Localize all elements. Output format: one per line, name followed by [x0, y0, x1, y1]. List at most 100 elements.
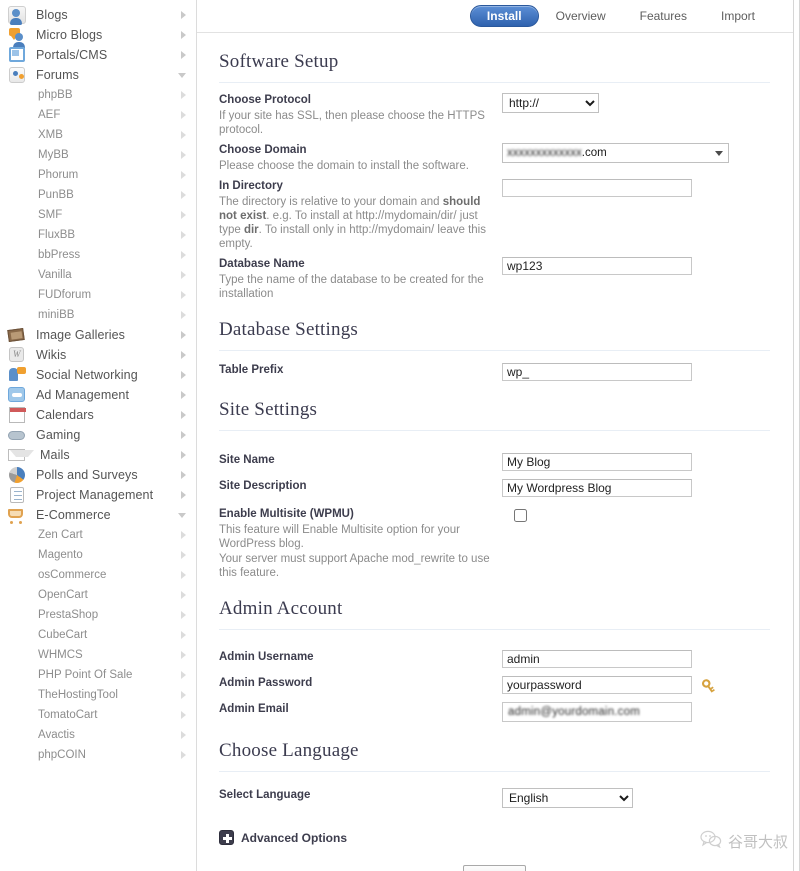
- select-language-select[interactable]: EnglishArabicChineseFrenchGermanSpanish: [502, 788, 633, 808]
- sidebar-item-label: TomatoCart: [38, 709, 98, 721]
- sidebar-group-blogs[interactable]: Blogs: [0, 5, 196, 25]
- sidebar-item-zen-cart[interactable]: Zen Cart: [0, 525, 196, 545]
- enable-multisite-label: Enable Multisite (WPMU): [219, 508, 354, 520]
- sidebar-item-cubecart[interactable]: CubeCart: [0, 625, 196, 645]
- database-name-label: Database Name: [219, 258, 305, 270]
- enable-multisite-hint-1: This feature will Enable Multisite optio…: [219, 524, 460, 550]
- sidebar-group-e-commerce[interactable]: E-Commerce: [0, 505, 196, 525]
- choose-protocol-hint: If your site has SSL, then please choose…: [219, 110, 485, 136]
- sidebar-group-portals-cms[interactable]: Portals/CMS: [0, 45, 196, 65]
- key-icon[interactable]: [701, 676, 720, 694]
- admin-email-value-blurred: admin@yourdomain.com: [508, 706, 641, 718]
- sidebar-item-whmcs[interactable]: WHMCS: [0, 645, 196, 665]
- sidebar-item-prestashop[interactable]: PrestaShop: [0, 605, 196, 625]
- database-name-input[interactable]: [502, 257, 692, 275]
- sidebar-group-social-networking[interactable]: Social Networking: [0, 365, 196, 385]
- sidebar-item-label: Vanilla: [38, 269, 72, 281]
- sidebar-item-thehostingtool[interactable]: TheHostingTool: [0, 685, 196, 705]
- section-title-choose-language: Choose Language: [219, 740, 359, 761]
- hint-part-1: The directory is relative to your domain…: [219, 196, 443, 208]
- sidebar-group-project-management[interactable]: Project Management: [0, 485, 196, 505]
- table-prefix-label: Table Prefix: [219, 364, 284, 376]
- sidebar-group-ad-management[interactable]: Ad Management: [0, 385, 196, 405]
- site-name-input[interactable]: [502, 453, 692, 471]
- sidebar-group-label: Micro Blogs: [36, 28, 103, 42]
- sidebar-item-xmb[interactable]: XMB: [0, 125, 196, 145]
- field-row-select-language: Select Language EnglishArabicChineseFren…: [219, 788, 770, 808]
- sidebar-group-gaming[interactable]: Gaming: [0, 425, 196, 445]
- sidebar-group-micro-blogs[interactable]: Micro Blogs: [0, 25, 196, 49]
- sidebar-item-label: miniBB: [38, 309, 75, 321]
- sidebar-item-magento[interactable]: Magento: [0, 545, 196, 565]
- hint-part-3: . To install only in http://mydomain/ le…: [219, 224, 486, 250]
- admin-password-input[interactable]: [502, 676, 692, 694]
- select-language-label: Select Language: [219, 789, 311, 801]
- tab-install[interactable]: Install: [469, 5, 539, 27]
- sidebar-item-phpbb[interactable]: phpBB: [0, 85, 196, 105]
- sidebar-item-punbb[interactable]: PunBB: [0, 185, 196, 205]
- sidebar-item-label: SMF: [38, 209, 63, 221]
- sidebar-item-tomatocart[interactable]: TomatoCart: [0, 705, 196, 725]
- chevron-right-icon: [181, 751, 186, 759]
- install-form: Software Setup Choose Protocol If your s…: [197, 51, 800, 871]
- chevron-down-icon: [715, 151, 723, 156]
- sidebar-item-phorum[interactable]: Phorum: [0, 165, 196, 185]
- sidebar-group-label: Portals/CMS: [36, 48, 108, 62]
- sidebar-item-label: FluxBB: [38, 229, 76, 241]
- chevron-right-icon: [181, 131, 186, 139]
- sidebar-item-minibb[interactable]: miniBB: [0, 305, 196, 325]
- sidebar-item-vanilla[interactable]: Vanilla: [0, 265, 196, 285]
- chevron-right-icon: [181, 331, 186, 339]
- table-prefix-input[interactable]: [502, 363, 692, 381]
- sidebar-group-forums[interactable]: Forums: [0, 65, 196, 85]
- sidebar-item-avactis[interactable]: Avactis: [0, 725, 196, 745]
- sidebar-item-label: PunBB: [38, 189, 74, 201]
- choose-protocol-select[interactable]: http://http://www.https://https://www.: [502, 93, 599, 113]
- image-galleries-icon: [7, 325, 27, 345]
- advanced-options-toggle[interactable]: Advanced Options: [219, 830, 770, 845]
- chevron-right-icon: [181, 631, 186, 639]
- tab-import[interactable]: Import: [704, 5, 772, 27]
- choose-domain-value-suffix: .com: [581, 147, 607, 159]
- enable-multisite-checkbox[interactable]: [514, 509, 527, 522]
- watermark-text: 谷哥大叔: [727, 833, 788, 851]
- chevron-right-icon: [181, 471, 186, 479]
- install-button[interactable]: Install: [462, 865, 527, 871]
- chevron-right-icon: [181, 351, 186, 359]
- sidebar-item-label: AEF: [38, 109, 61, 121]
- sidebar-item-fluxbb[interactable]: FluxBB: [0, 225, 196, 245]
- admin-username-input[interactable]: [502, 650, 692, 668]
- sidebar-item-aef[interactable]: AEF: [0, 105, 196, 125]
- sidebar-item-phpcoin[interactable]: phpCOIN: [0, 745, 196, 765]
- in-directory-label: In Directory: [219, 180, 283, 192]
- sidebar-item-fudforum[interactable]: FUDforum: [0, 285, 196, 305]
- admin-email-input[interactable]: admin@yourdomain.com: [502, 702, 692, 722]
- sidebar-group-image-galleries[interactable]: Image Galleries: [0, 325, 196, 345]
- sidebar-item-php-point-of-sale[interactable]: PHP Point Of Sale: [0, 665, 196, 685]
- category-sidebar[interactable]: Blogs Micro Blogs Portals/CMS Forums php…: [0, 0, 197, 871]
- chevron-down-icon: [178, 72, 186, 78]
- mails-icon: [7, 445, 34, 465]
- sidebar-item-opencart[interactable]: OpenCart: [0, 585, 196, 605]
- tab-features[interactable]: Features: [623, 5, 704, 27]
- in-directory-input[interactable]: [502, 179, 692, 197]
- sidebar-item-bbpress[interactable]: bbPress: [0, 245, 196, 265]
- site-description-input[interactable]: [502, 479, 692, 497]
- sidebar-group-wikis[interactable]: Wikis: [0, 345, 196, 365]
- sidebar-item-mybb[interactable]: MyBB: [0, 145, 196, 165]
- watermark: 谷哥大叔: [700, 830, 788, 853]
- sidebar-item-smf[interactable]: SMF: [0, 205, 196, 225]
- install-button-row: Install: [219, 865, 770, 871]
- sidebar-group-calendars[interactable]: Calendars: [0, 405, 196, 425]
- choose-domain-select[interactable]: xxxxxxxxxxxxx.com: [502, 143, 729, 163]
- sidebar-item-label: Magento: [38, 549, 83, 561]
- tab-bar: Install Overview Features Import: [197, 0, 800, 33]
- sidebar-group-polls-and-surveys[interactable]: Polls and Surveys: [0, 465, 196, 485]
- sidebar-item-oscommerce[interactable]: osCommerce: [0, 565, 196, 585]
- field-row-admin-password: Admin Password: [219, 676, 770, 694]
- chevron-right-icon: [181, 531, 186, 539]
- tab-overview[interactable]: Overview: [539, 5, 623, 27]
- vertical-scrollbar[interactable]: [793, 0, 800, 871]
- sidebar-group-mails[interactable]: Mails: [0, 445, 196, 465]
- chevron-right-icon: [181, 551, 186, 559]
